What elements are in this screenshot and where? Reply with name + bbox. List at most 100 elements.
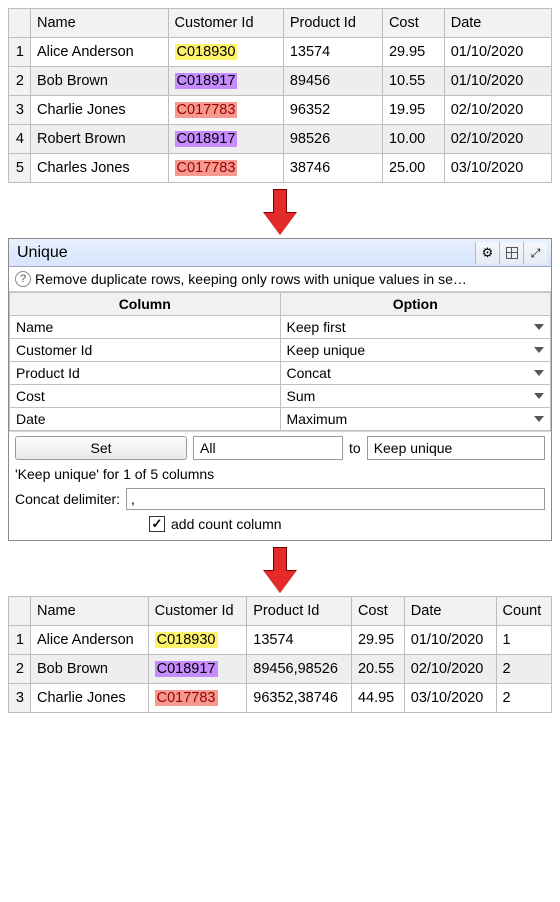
cell-customer-id[interactable]: C018930 [168,38,283,67]
delimiter-input[interactable] [126,488,545,510]
row-number[interactable]: 2 [9,67,31,96]
cell-cost[interactable]: 29.95 [351,626,404,655]
cell-cost[interactable]: 44.95 [351,684,404,713]
option-column-name: Customer Id [10,339,281,362]
cell-date[interactable]: 02/10/2020 [444,125,551,154]
col-header[interactable]: Cost [382,9,444,38]
expand-button[interactable] [523,242,547,264]
option-select[interactable]: Sum [281,385,551,407]
cell-cost[interactable]: 10.00 [382,125,444,154]
cell-customer-id[interactable]: C018917 [168,67,283,96]
cell-product-id[interactable]: 13574 [247,626,352,655]
col-header[interactable]: Product Id [247,597,352,626]
cell-name[interactable]: Charles Jones [31,154,169,183]
option-value: Concat [281,365,331,381]
cell-name[interactable]: Robert Brown [31,125,169,154]
set-button[interactable]: Set [15,436,187,460]
highlight: C017783 [175,102,238,118]
cell-name[interactable]: Charlie Jones [31,96,169,125]
option-value: Sum [281,388,316,404]
cell-cost[interactable]: 19.95 [382,96,444,125]
cell-product-id[interactable]: 98526 [283,125,382,154]
cell-count[interactable]: 2 [496,655,551,684]
chevron-down-icon [534,324,544,330]
row-number[interactable]: 1 [9,626,31,655]
row-number[interactable]: 3 [9,684,31,713]
help-icon[interactable]: ? [15,271,31,287]
cell-product-id[interactable]: 38746 [283,154,382,183]
cell-customer-id[interactable]: C018917 [168,125,283,154]
cell-product-id[interactable]: 89456 [283,67,382,96]
cell-count[interactable]: 1 [496,626,551,655]
to-label: to [349,440,361,456]
cell-date[interactable]: 03/10/2020 [444,154,551,183]
option-select[interactable]: Concat [281,362,551,384]
column-options-table: Column Option NameKeep firstCustomer IdK… [9,292,551,431]
cell-cost[interactable]: 10.55 [382,67,444,96]
set-value-select[interactable]: Keep unique [367,436,545,460]
cell-cost[interactable]: 25.00 [382,154,444,183]
corner-cell [9,9,31,38]
cell-date[interactable]: 01/10/2020 [444,38,551,67]
chevron-down-icon [534,370,544,376]
row-number[interactable]: 2 [9,655,31,684]
row-number[interactable]: 5 [9,154,31,183]
col-header[interactable]: Date [404,597,496,626]
set-scope-select[interactable]: All [193,436,343,460]
col-header[interactable]: Count [496,597,551,626]
cell-customer-id[interactable]: C017783 [168,154,283,183]
row-number[interactable]: 1 [9,38,31,67]
cell-date[interactable]: 02/10/2020 [444,96,551,125]
cell-name[interactable]: Alice Anderson [31,626,149,655]
chevron-down-icon [534,347,544,353]
cell-date[interactable]: 01/10/2020 [444,67,551,96]
set-scope-value: All [200,440,216,456]
expand-icon [531,244,541,261]
grid-button[interactable] [499,242,523,264]
settings-button[interactable] [475,242,499,264]
option-value: Keep first [281,319,346,335]
col-header[interactable]: Name [31,9,169,38]
col-header[interactable]: Cost [351,597,404,626]
cell-name[interactable]: Alice Anderson [31,38,169,67]
col-header[interactable]: Product Id [283,9,382,38]
cell-customer-id[interactable]: C017783 [168,96,283,125]
cell-date[interactable]: 03/10/2020 [404,684,496,713]
chevron-down-icon [534,393,544,399]
highlight: C018917 [175,73,238,89]
row-number[interactable]: 3 [9,96,31,125]
col-header[interactable]: Date [444,9,551,38]
cell-name[interactable]: Charlie Jones [31,684,149,713]
highlight: C018930 [155,632,218,648]
grid-icon [506,247,518,259]
col-header[interactable]: Customer Id [168,9,283,38]
cell-date[interactable]: 02/10/2020 [404,655,496,684]
cell-cost[interactable]: 20.55 [351,655,404,684]
col-header[interactable]: Customer Id [148,597,247,626]
cell-customer-id[interactable]: C017783 [148,684,247,713]
row-number[interactable]: 4 [9,125,31,154]
option-column-name: Product Id [10,362,281,385]
option-select[interactable]: Maximum [281,408,551,430]
arrow-down-icon [269,189,291,233]
cell-name[interactable]: Bob Brown [31,655,149,684]
cell-date[interactable]: 01/10/2020 [404,626,496,655]
add-count-checkbox[interactable]: ✓ [149,516,165,532]
cell-cost[interactable]: 29.95 [382,38,444,67]
cell-count[interactable]: 2 [496,684,551,713]
status-text: 'Keep unique' for 1 of 5 columns [9,464,551,488]
cell-customer-id[interactable]: C018917 [148,655,247,684]
cell-product-id[interactable]: 89456,98526 [247,655,352,684]
panel-title: Unique [17,244,475,262]
cell-customer-id[interactable]: C018930 [148,626,247,655]
cell-product-id[interactable]: 96352,38746 [247,684,352,713]
col-header[interactable]: Name [31,597,149,626]
cell-product-id[interactable]: 13574 [283,38,382,67]
option-column-name: Date [10,408,281,431]
option-select[interactable]: Keep unique [281,339,551,361]
panel-description: Remove duplicate rows, keeping only rows… [35,271,467,287]
unique-panel: Unique ? Remove duplicate rows, keeping … [8,238,552,541]
option-select[interactable]: Keep first [281,316,551,338]
cell-product-id[interactable]: 96352 [283,96,382,125]
cell-name[interactable]: Bob Brown [31,67,169,96]
